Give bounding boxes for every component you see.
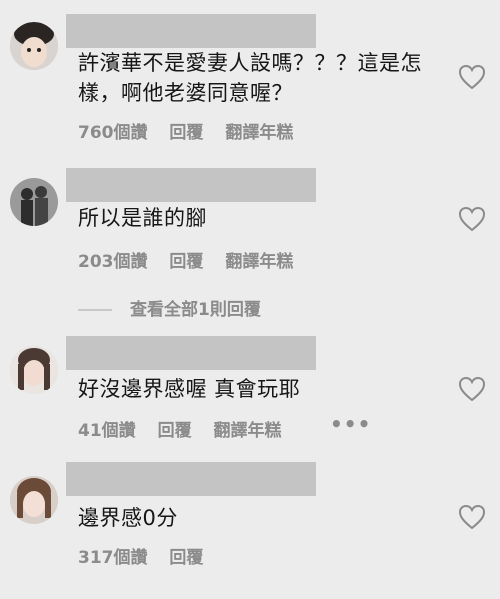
comment-meta: 760個讚 回覆 翻譯年糕: [78, 118, 309, 143]
comment-text: 許濱華不是愛妻人設嗎？？？這是怎樣，啊他老婆同意喔？: [78, 51, 422, 105]
reply-button[interactable]: 回覆: [158, 421, 192, 441]
reply-button[interactable]: 回覆: [169, 548, 203, 568]
username-redacted[interactable]: [66, 168, 316, 202]
translate-button[interactable]: 翻譯年糕: [225, 252, 293, 272]
like-count[interactable]: 203個讚: [78, 252, 148, 272]
translate-button[interactable]: 翻譯年糕: [225, 123, 293, 143]
divider: [78, 309, 112, 311]
like-count[interactable]: 760個讚: [78, 123, 148, 143]
more-options-icon[interactable]: •••: [330, 412, 371, 436]
view-replies-label: 查看全部1則回覆: [130, 300, 261, 320]
comment-meta: 317個讚 回覆: [78, 543, 219, 568]
avatar[interactable]: [10, 22, 58, 70]
reply-button[interactable]: 回覆: [169, 252, 203, 272]
translate-button[interactable]: 翻譯年糕: [214, 421, 282, 441]
username-redacted[interactable]: [66, 336, 316, 370]
reply-button[interactable]: 回覆: [169, 123, 203, 143]
username-redacted[interactable]: [66, 14, 316, 48]
avatar[interactable]: [10, 346, 58, 394]
like-count[interactable]: 317個讚: [78, 548, 148, 568]
comment-text: 所以是誰的腳: [78, 206, 207, 230]
username-redacted[interactable]: [66, 462, 316, 496]
heart-icon[interactable]: [458, 64, 486, 90]
comment-meta: 41個讚 回覆 翻譯年糕: [78, 416, 298, 441]
comment-meta: 203個讚 回覆 翻譯年糕: [78, 247, 309, 272]
avatar[interactable]: [10, 178, 58, 226]
view-replies-link[interactable]: 查看全部1則回覆: [78, 295, 261, 320]
like-count[interactable]: 41個讚: [78, 421, 136, 441]
heart-icon[interactable]: [458, 206, 486, 232]
heart-icon[interactable]: [458, 504, 486, 530]
heart-icon[interactable]: [458, 376, 486, 402]
avatar[interactable]: [10, 476, 58, 524]
comment-text: 邊界感0分: [78, 506, 178, 530]
comment-text: 好沒邊界感喔 真會玩耶: [78, 377, 301, 401]
